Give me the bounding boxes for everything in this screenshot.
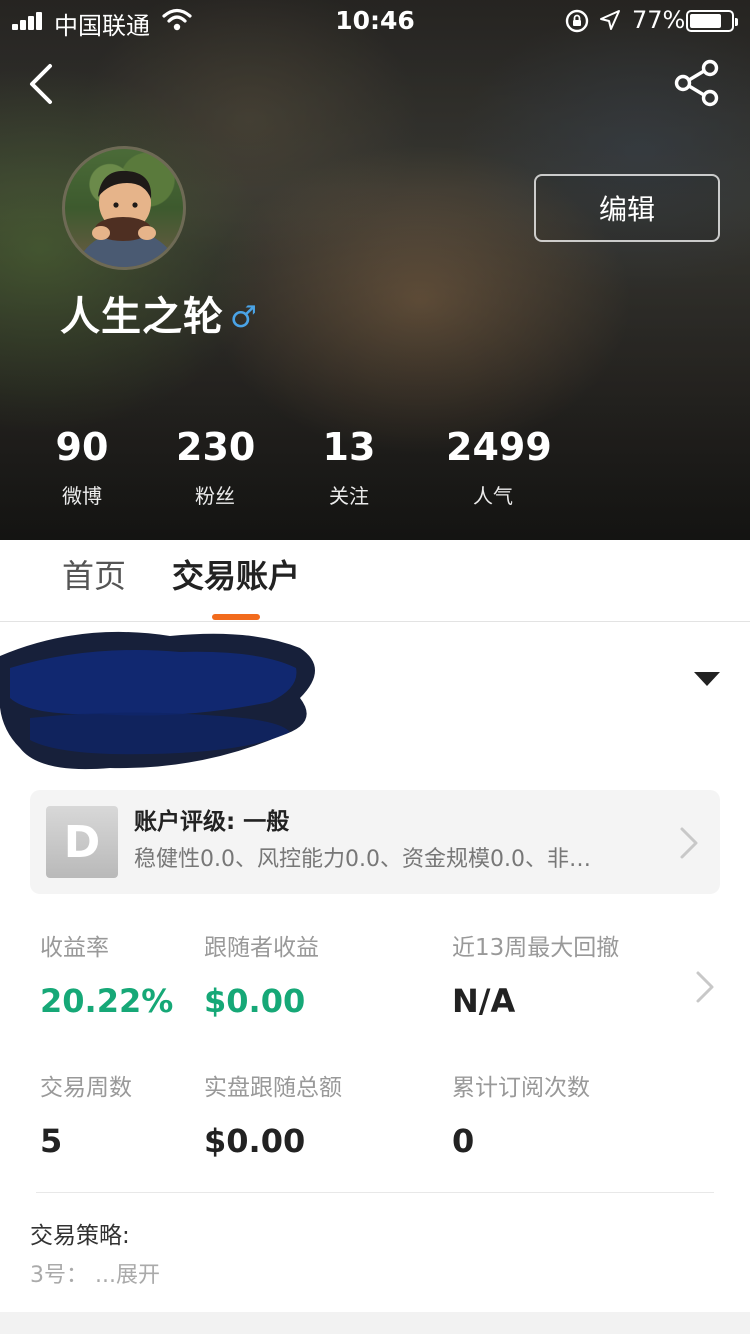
male-gender-icon: ♂ <box>230 300 257 335</box>
section-divider <box>36 1192 714 1193</box>
metric-follow-total-value: $0.00 <box>204 1122 306 1160</box>
rating-badge: D <box>46 806 118 878</box>
metric-return-rate-label: 收益率 <box>40 935 109 961</box>
account-rating-card[interactable]: D 账户评级: 一般 稳健性0.0、风控能力0.0、资金规模0.0、非… <box>30 790 720 894</box>
battery-fill <box>690 14 721 28</box>
stat-weibo[interactable]: 90 微博 <box>52 424 112 510</box>
tab-bar: 首页 交易账户 <box>0 540 750 622</box>
redacted-account-info[interactable] <box>0 628 320 778</box>
stat-popularity[interactable]: 2499 人气 <box>446 424 552 510</box>
profile-page: 中国联通 10:46 77% 编辑 人生之轮 ♂ 90 微博 230 粉丝 13… <box>0 0 750 1334</box>
stat-value: 230 <box>176 425 256 469</box>
stat-label: 粉丝 <box>195 484 235 508</box>
strategy-expand-link[interactable]: ...展开 <box>95 1263 160 1288</box>
rating-description: 稳健性0.0、风控能力0.0、资金规模0.0、非… <box>134 847 591 872</box>
battery-icon <box>686 10 738 32</box>
strategy-label: 交易策略: <box>30 1223 130 1249</box>
bottom-strip <box>0 1312 750 1334</box>
metric-max-drawdown-label: 近13周最大回撤 <box>452 935 620 961</box>
metric-trading-weeks-label: 交易周数 <box>40 1075 132 1101</box>
active-tab-indicator <box>212 614 260 620</box>
account-dropdown-caret-icon[interactable] <box>694 672 720 686</box>
stat-label: 微博 <box>62 484 102 508</box>
chevron-right-icon[interactable] <box>694 970 716 1004</box>
stat-label: 关注 <box>329 484 369 508</box>
metric-subscriptions-label: 累计订阅次数 <box>452 1075 590 1101</box>
share-button[interactable] <box>672 58 722 108</box>
share-icon <box>674 59 719 107</box>
rotation-lock-icon <box>564 8 590 40</box>
stat-value: 13 <box>322 425 376 469</box>
stat-following[interactable]: 13 关注 <box>318 424 380 510</box>
avatar[interactable] <box>62 146 186 270</box>
strategy-content: 3号： <box>30 1263 88 1288</box>
rating-title: 账户评级: 一般 <box>134 809 290 835</box>
tab-trading-account[interactable]: 交易账户 <box>172 554 300 598</box>
username: 人生之轮 <box>60 294 224 340</box>
tab-home[interactable]: 首页 <box>62 554 126 598</box>
stat-fans[interactable]: 230 粉丝 <box>176 424 256 510</box>
strategy-text: 3号： ...展开 <box>30 1260 160 1292</box>
metric-subscriptions-value: 0 <box>452 1122 475 1160</box>
location-arrow-icon <box>598 8 622 38</box>
battery-percent: 77% <box>632 6 686 34</box>
metric-follower-profit-value: $0.00 <box>204 982 306 1020</box>
status-bar: 中国联通 10:46 77% <box>0 0 750 40</box>
edit-profile-button[interactable]: 编辑 <box>534 174 720 242</box>
stat-label: 人气 <box>473 484 513 508</box>
metric-max-drawdown-value: N/A <box>452 982 516 1020</box>
back-button[interactable] <box>20 56 64 112</box>
chevron-right-icon <box>680 827 698 859</box>
profile-header: 中国联通 10:46 77% 编辑 人生之轮 ♂ 90 微博 230 粉丝 13… <box>0 0 750 540</box>
stat-value: 90 <box>55 425 109 469</box>
stat-value: 2499 <box>446 425 552 469</box>
metric-follower-profit-label: 跟随者收益 <box>204 935 319 961</box>
metric-trading-weeks-value: 5 <box>40 1122 63 1160</box>
back-arrow-icon <box>30 64 52 104</box>
metric-follow-total-label: 实盘跟随总额 <box>204 1075 342 1101</box>
metric-return-rate-value: 20.22% <box>40 982 174 1020</box>
